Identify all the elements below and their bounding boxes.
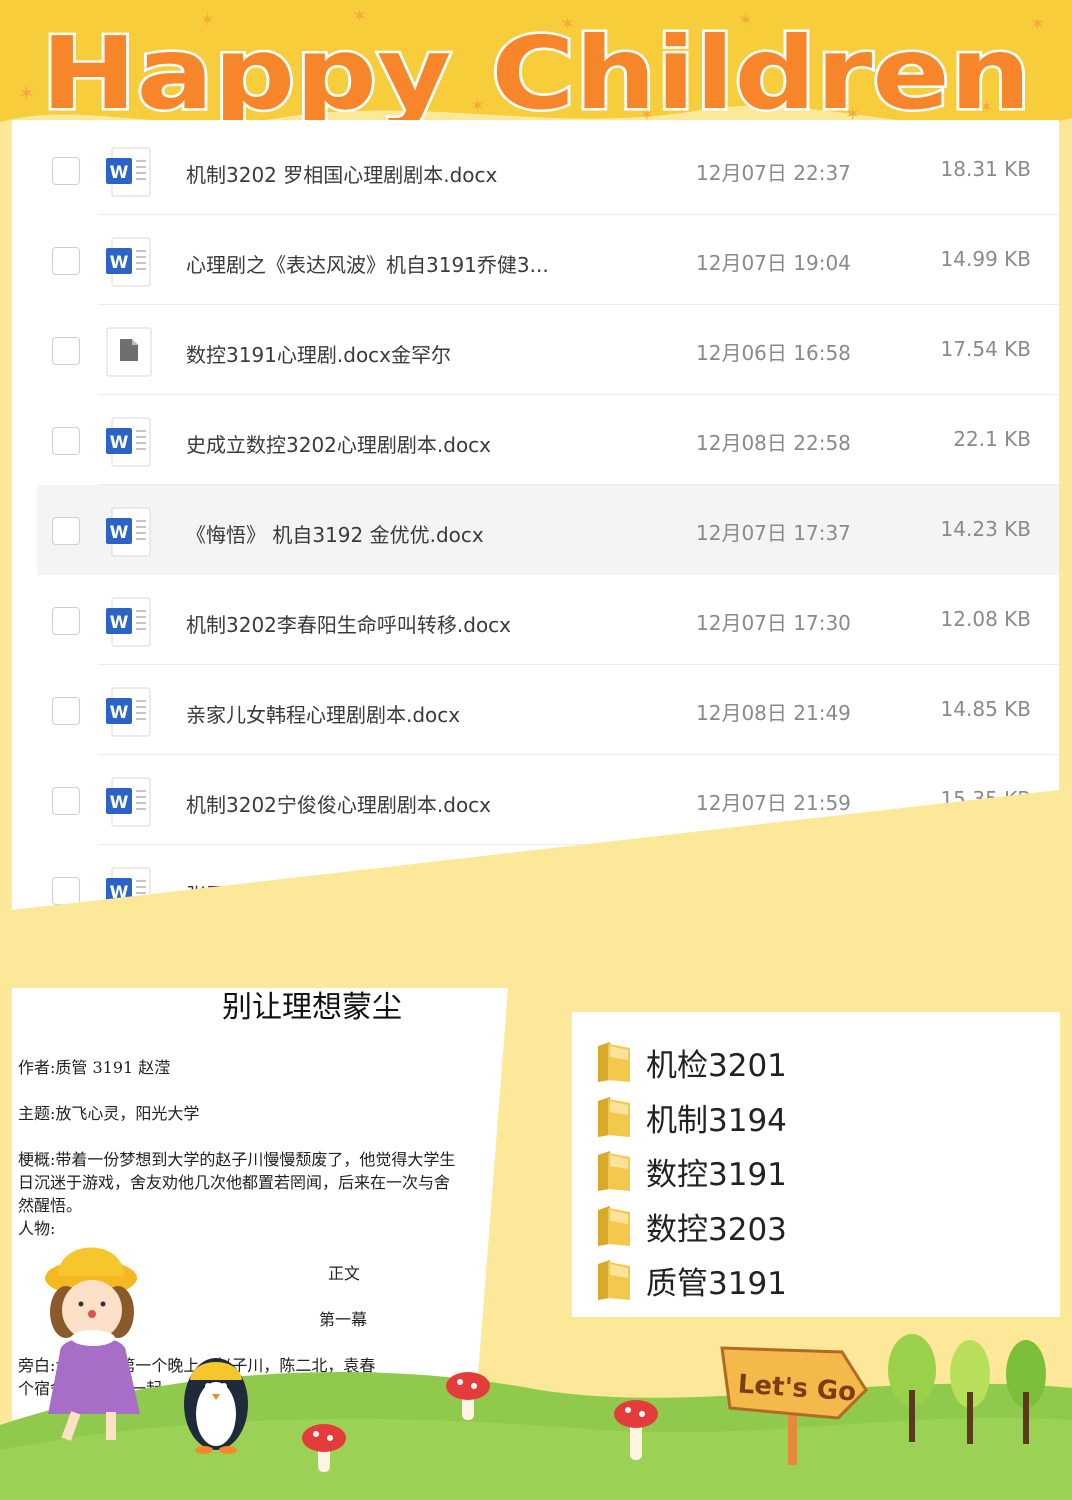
word-icon: W (106, 237, 152, 287)
svg-text:W: W (110, 883, 129, 903)
document-body-label: 正文 (328, 1264, 361, 1283)
file-row[interactable]: W 机制3202宁俊俊心理剧剧本.docx 12月07日 21:59 15.35 KB (12, 755, 1059, 845)
file-date: 12月06日 16:58 (696, 341, 851, 365)
file-checkbox[interactable] (52, 877, 80, 905)
word-icon: W (106, 867, 152, 910)
folder-icon (598, 1151, 630, 1191)
folder-item[interactable]: 机制3194 (596, 1091, 1036, 1143)
file-row[interactable]: W 《悔悟》 机自3192 金优优.docx 12月07日 17:37 14.23 K… (37, 485, 1059, 575)
file-date: 12月07日 21:59 (696, 791, 851, 815)
penguin-illustration (184, 1358, 248, 1454)
banner-title: Happy Children (41, 15, 1031, 132)
folder-name: 数控3203 (646, 1211, 787, 1248)
file-size: 14.85 KB (940, 697, 1031, 721)
file-name[interactable]: 《悔悟》 机自3192 金优优.docx (186, 519, 484, 548)
folder-name: 数控3191 (646, 1157, 787, 1193)
file-name[interactable]: 数控3191心理剧.docx金罕尔 (186, 339, 451, 368)
file-checkbox[interactable] (52, 517, 80, 545)
document-summary-line-2: 日沉迷于游戏，舍友劝他几次他都置若罔闻，后来在一次与舍 (18, 1173, 451, 1192)
folder-icon (598, 1205, 630, 1246)
document-author: 作者:质管 3191 赵滢 (18, 1058, 171, 1077)
file-row[interactable]: W 心理剧之《表达风波》机自3191乔健3... 12月07日 19:04 14.99… (12, 215, 1059, 305)
folder-list-panel: 机检3201 机制3194 数控3191 数控3203 质管3191 (572, 1012, 1060, 1317)
file-checkbox[interactable] (52, 337, 80, 365)
file-date: 12月07日 17:37 (696, 521, 851, 545)
svg-text:W: W (110, 253, 129, 273)
file-name[interactable]: 亲家儿女韩程心理剧剧本.docx (186, 699, 460, 728)
file-row[interactable]: W 机制3202李春阳生命呼叫转移.docx 12月07日 17:30 12.08 K… (12, 575, 1059, 665)
file-size: 18.31 KB (940, 157, 1031, 181)
word-icon: W (106, 597, 152, 647)
folder-name: 机制3194 (646, 1102, 787, 1139)
file-checkbox[interactable] (52, 247, 80, 275)
file-name[interactable]: 机制3202李春阳生命呼叫转移.docx (186, 609, 511, 638)
svg-text:W: W (110, 793, 129, 813)
file-name[interactable]: 史成立数控3202心理剧剧本.docx (186, 429, 491, 458)
file-list-panel: W 机制3202 罗相国心理剧剧本.docx 12月07日 22:37 18.31 K… (12, 120, 1059, 910)
document-theme: 主题:放飞心灵，阳光大学 (18, 1104, 200, 1123)
word-icon: W (106, 507, 152, 557)
document-summary-line-3: 然醒悟。 (18, 1196, 83, 1215)
file-date: 12月07日 19:04 (696, 251, 851, 275)
folder-name: 机检3201 (646, 1048, 787, 1084)
file-name[interactable]: 心理剧之《表达风波》机自3191乔健3... (186, 249, 549, 278)
file-checkbox[interactable] (52, 697, 80, 725)
folder-item[interactable]: 机检3201 (596, 1036, 1036, 1088)
file-checkbox[interactable] (52, 157, 80, 185)
file-date: 12月08日 22:58 (696, 431, 851, 455)
svg-text:W: W (110, 613, 129, 633)
file-date: 12月08日 21:49 (696, 701, 851, 725)
generic-file-icon (106, 327, 152, 377)
document-title: 别让理想蒙尘 (222, 990, 402, 1025)
folder-item[interactable]: 数控3203 (596, 1200, 1036, 1252)
file-size: 22.1 KB (953, 427, 1031, 451)
file-size: 12.08 KB (940, 607, 1031, 631)
svg-text:✶: ✶ (1030, 14, 1045, 35)
folder-icon (598, 1042, 630, 1082)
word-icon: W (106, 777, 152, 827)
file-row[interactable]: 数控3191心理剧.docx金罕尔 12月06日 16:58 17.54 KB (12, 305, 1059, 395)
word-icon: W (106, 687, 152, 737)
folder-item[interactable]: 数控3191 (596, 1145, 1036, 1197)
word-icon: W (106, 417, 152, 467)
svg-text:W: W (110, 163, 129, 183)
file-size: 14.23 KB (940, 517, 1031, 541)
file-checkbox[interactable] (52, 607, 80, 635)
word-icon: W (106, 147, 152, 197)
svg-text:W: W (110, 523, 129, 543)
file-row[interactable]: W 机制3202 罗相国心理剧剧本.docx 12月07日 22:37 18.31 K… (12, 125, 1059, 215)
document-summary-line-1: 梗概:带着一份梦想到大学的赵子川慢慢颓废了，他觉得大学生 (18, 1150, 456, 1169)
svg-text:✶: ✶ (18, 81, 35, 105)
file-checkbox[interactable] (52, 787, 80, 815)
file-checkbox[interactable] (52, 427, 80, 455)
file-row[interactable]: W 亲家儿女韩程心理剧剧本.docx 12月08日 21:49 14.85 KB (12, 665, 1059, 755)
file-date: 12月07日 22:37 (696, 161, 851, 185)
file-size: 17.54 KB (940, 337, 1031, 361)
file-size: 15.35 KB (940, 787, 1031, 811)
svg-text:W: W (110, 433, 129, 453)
file-row[interactable]: W 史成立数控3202心理剧剧本.docx 12月08日 22:58 22.1 KB (12, 395, 1059, 485)
girl-character-illustration (45, 1247, 248, 1454)
file-row[interactable]: W 张磊 (12, 845, 1059, 910)
svg-text:W: W (110, 703, 129, 723)
folder-icon (598, 1096, 630, 1137)
file-name[interactable]: 机制3202 罗相国心理剧剧本.docx (186, 159, 497, 188)
file-date: 12月07日 17:30 (696, 611, 851, 635)
file-name[interactable]: 张磊 (186, 879, 226, 908)
file-size: 14.99 KB (940, 247, 1031, 271)
file-name[interactable]: 机制3202宁俊俊心理剧剧本.docx (186, 789, 491, 818)
